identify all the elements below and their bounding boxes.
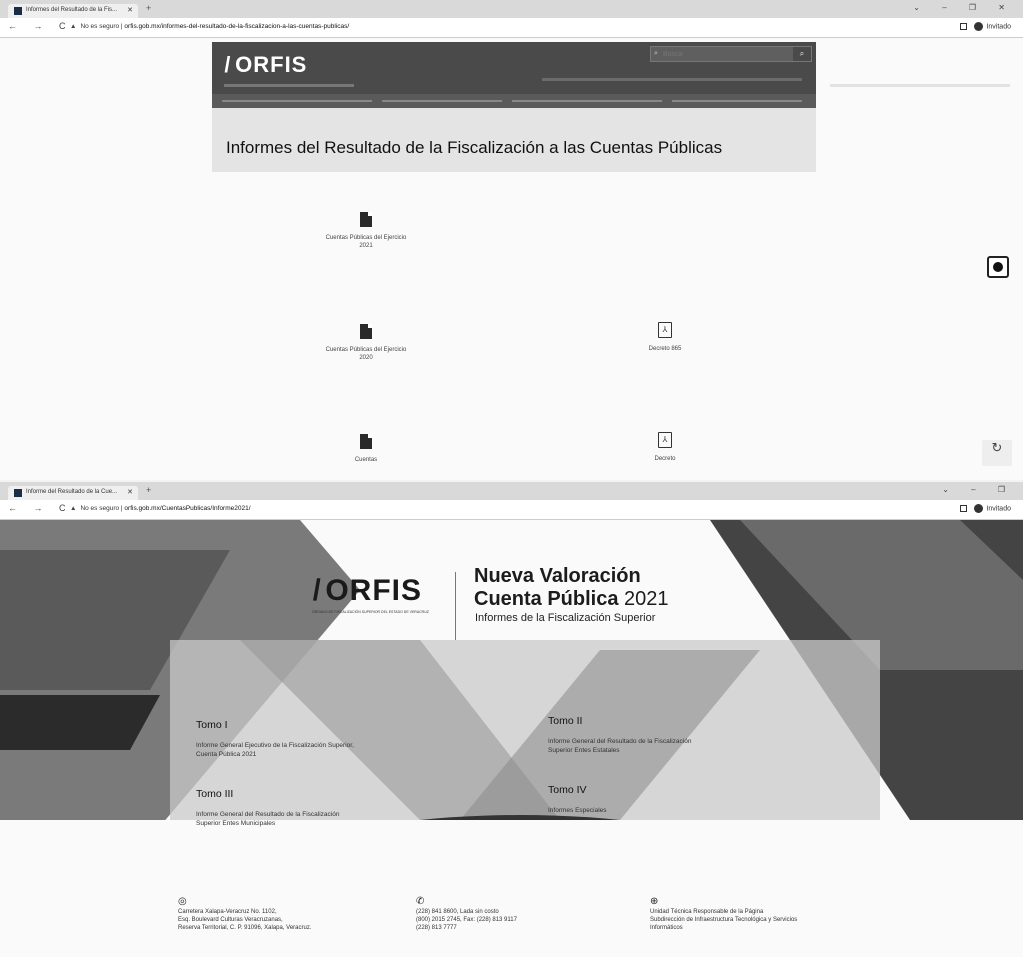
tab-title: Informe del Resultado de la Cue... — [26, 489, 118, 495]
site-header: \ORFIS ⌕ ⌕ — [212, 42, 816, 108]
file-icon — [360, 434, 372, 449]
main-menu[interactable] — [212, 94, 816, 108]
recaptcha-icon: ↻ — [991, 440, 1003, 455]
profile-area[interactable]: Invitado — [960, 504, 1011, 513]
tomo-1-card[interactable]: Tomo I Informe General Ejecutivo de la F… — [196, 719, 356, 759]
window-controls[interactable]: ⌄ – ❐ — [942, 485, 1015, 494]
file-icon — [360, 324, 372, 339]
nav-buttons[interactable]: ← → C — [8, 21, 73, 31]
screenshot-orfis-informes: Informes del Resultado de la Fis... ✕ + … — [0, 0, 1023, 480]
search-input[interactable] — [651, 47, 791, 61]
profile-area[interactable]: Invitado — [960, 22, 1011, 31]
close-tab-icon[interactable]: ✕ — [127, 488, 133, 496]
document-label: Decreto 865 — [648, 346, 682, 352]
info-button[interactable] — [987, 256, 1009, 278]
info-icon — [993, 262, 1003, 272]
profile-label: Invitado — [986, 505, 1011, 513]
window-controls[interactable]: ⌄ – ❐ ✕ — [913, 3, 1015, 12]
warning-icon: ▲ — [70, 23, 77, 30]
tab-title: Informes del Resultado de la Fis... — [26, 7, 118, 13]
tomo-title: Tomo IV — [548, 784, 587, 796]
tomo-description: Informe General del Resultado de la Fisc… — [548, 738, 692, 754]
warning-icon: ▲ — [70, 505, 77, 512]
logo-tagline: ÓRGANO DE FISCALIZACIÓN SUPERIOR DEL EST… — [312, 610, 429, 614]
logo-tagline — [224, 84, 354, 87]
document-label: Cuentas Públicas del Ejercicio 2020 — [325, 347, 407, 361]
tomo-title: Tomo I — [196, 719, 228, 731]
tomo-title: Tomo II — [548, 715, 583, 727]
tomo-description: Informe General Ejecutivo de la Fiscaliz… — [196, 742, 354, 758]
phone-icon: ✆ — [416, 896, 425, 907]
url-field[interactable]: ▲ No es seguro | orfis.gob.mx/informes-de… — [70, 23, 349, 30]
avatar-icon — [974, 22, 984, 31]
file-icon — [360, 212, 372, 227]
document-label: Cuentas — [354, 457, 378, 463]
document-link-2020[interactable]: Cuentas Públicas del Ejercicio 2020 — [321, 324, 411, 362]
tomo-description: Informes Especiales — [548, 807, 607, 814]
footer-unit: ⊕ Unidad Técnica Responsable de la Págin… — [650, 896, 798, 932]
security-label: No es seguro — [80, 505, 120, 512]
title-nueva-valoracion: Nueva Valoración — [474, 565, 641, 587]
tomo-2-card[interactable]: Tomo II Informe General del Resultado de… — [548, 715, 708, 755]
location-icon: ◎ — [178, 896, 187, 907]
logo-mark-icon: \ — [219, 52, 236, 77]
subtitle: Informes de la Fiscalización Superior — [475, 612, 656, 624]
tomo-4-card[interactable]: Tomo IV Informes Especiales — [548, 784, 708, 815]
top-nav-links[interactable] — [542, 78, 802, 81]
pdf-icon: ⅄ — [658, 432, 672, 448]
document-link-decreto-865[interactable]: ⅄ Decreto 865 — [620, 322, 710, 353]
divider — [455, 572, 456, 640]
document-link-2021[interactable]: Cuentas Públicas del Ejercicio 2021 — [321, 212, 411, 250]
recaptcha-badge[interactable]: ↻ — [982, 440, 1012, 466]
favicon-icon — [14, 7, 22, 15]
browser-tab[interactable]: Informes del Resultado de la Fis... ✕ — [8, 4, 138, 18]
title-cuenta-publica: Cuenta Pública 2021 — [474, 588, 669, 610]
tomo-3-card[interactable]: Tomo III Informe General del Resultado d… — [196, 788, 356, 828]
nav-buttons[interactable]: ← → C — [8, 503, 73, 513]
url-text: orfis.gob.mx/informes-del-resultado-de-l… — [124, 23, 350, 30]
screenshot-cuenta-publica-2021: Informe del Resultado de la Cue... ✕ + ⌄… — [0, 482, 1023, 957]
tomo-title: Tomo III — [196, 788, 234, 800]
search-box: ⌕ ⌕ — [650, 46, 812, 62]
orfis-logo[interactable]: \ORFIS — [306, 574, 422, 608]
tomo-description: Informe General del Resultado de la Fisc… — [196, 811, 340, 827]
header-right-links — [830, 84, 1010, 87]
address-bar: ← → C ▲ No es seguro | orfis.gob.mx/infor… — [0, 18, 1023, 38]
document-link-decreto[interactable]: ⅄ Decreto — [620, 432, 710, 463]
document-label: Cuentas Públicas del Ejercicio 2021 — [325, 235, 407, 249]
url-field[interactable]: ▲ No es seguro | orfis.gob.mx/CuentasPubl… — [70, 505, 251, 512]
page-banner: Informes del Resultado de la Fiscalizaci… — [212, 108, 816, 172]
sidepanel-icon[interactable] — [960, 505, 968, 512]
security-label: No es seguro — [80, 23, 120, 30]
page-title: Informes del Resultado de la Fiscalizaci… — [226, 138, 723, 157]
new-tab-button[interactable]: + — [146, 485, 151, 495]
search-button[interactable]: ⌕ — [793, 47, 811, 61]
avatar-icon — [974, 504, 984, 513]
tab-bar: Informe del Resultado de la Cue... ✕ + ⌄… — [0, 482, 1023, 500]
favicon-icon — [14, 489, 22, 497]
new-tab-button[interactable]: + — [146, 3, 151, 13]
document-link-cuentas[interactable]: Cuentas — [321, 434, 411, 464]
pdf-icon: ⅄ — [658, 322, 672, 338]
browser-tab[interactable]: Informe del Resultado de la Cue... ✕ — [8, 486, 138, 500]
orfis-logo[interactable]: \ORFIS — [220, 52, 307, 78]
globe-icon: ⊕ — [650, 896, 659, 907]
document-label: Decreto — [654, 456, 676, 462]
footer-phones: ✆ (228) 841 8600, Lada sin costo (800) 2… — [416, 896, 517, 932]
address-bar: ← → C ▲ No es seguro | orfis.gob.mx/Cuent… — [0, 500, 1023, 520]
tab-bar: Informes del Resultado de la Fis... ✕ + … — [0, 0, 1023, 18]
close-tab-icon[interactable]: ✕ — [127, 6, 133, 14]
profile-label: Invitado — [986, 23, 1011, 31]
url-text: orfis.gob.mx/CuentasPublicas/Informe2021… — [124, 505, 251, 512]
sidepanel-icon[interactable] — [960, 23, 968, 30]
footer-address: ◎ Carretera Xalapa-Veracruz No. 1102, Es… — [178, 896, 312, 932]
